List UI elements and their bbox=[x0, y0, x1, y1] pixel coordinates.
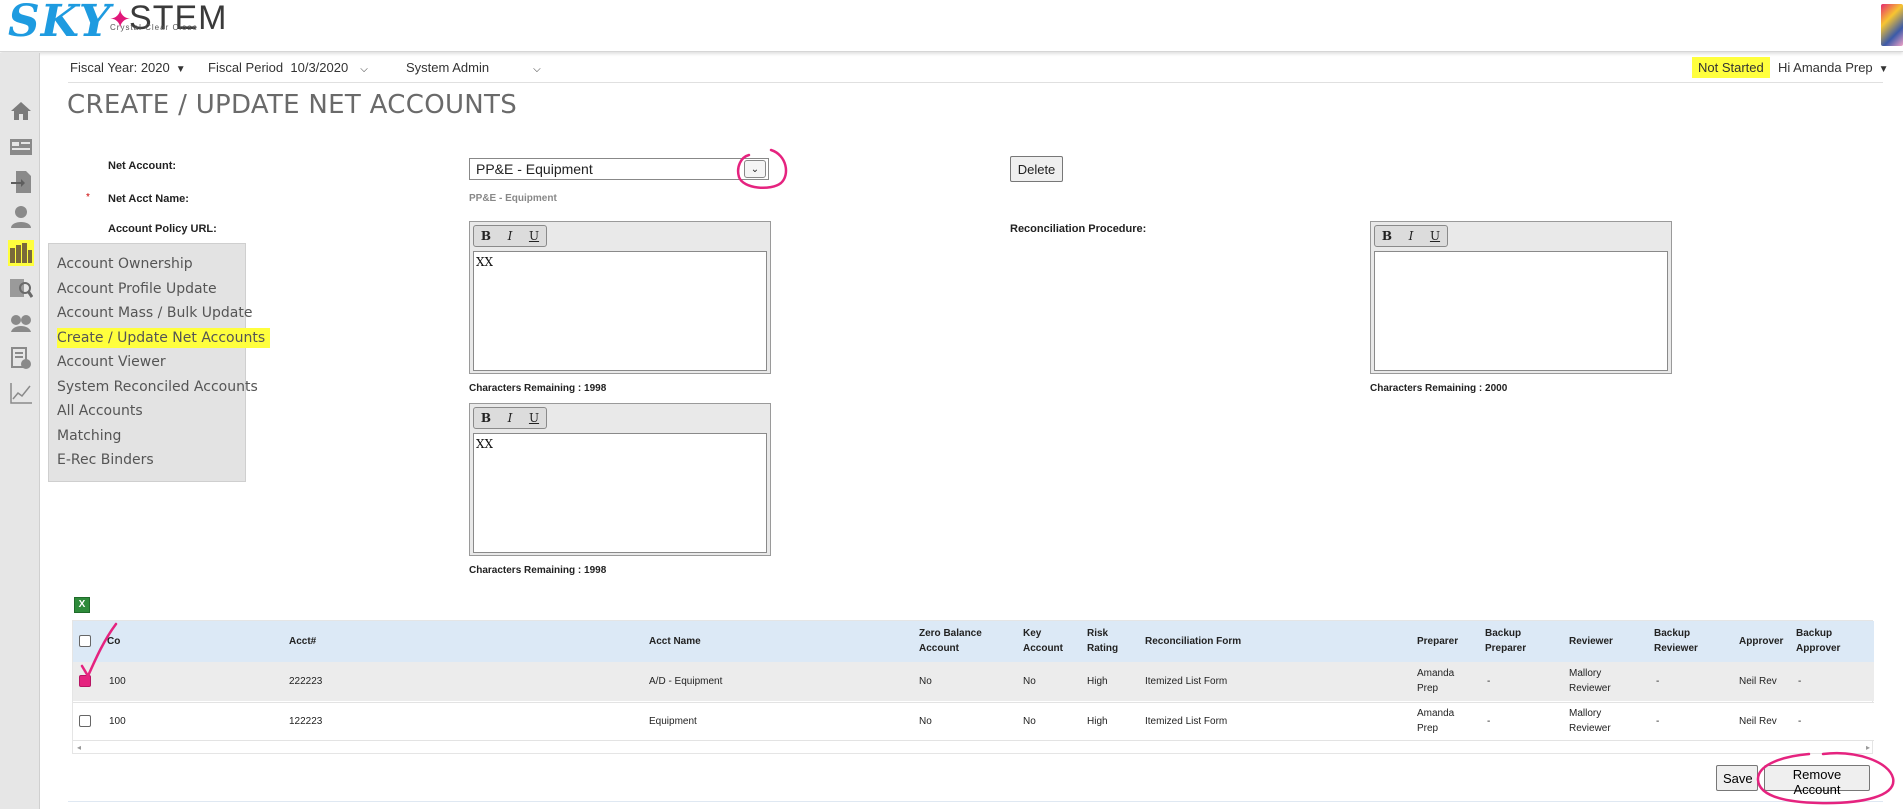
net-acct-name-label: Net Acct Name: bbox=[108, 193, 189, 205]
bold-button[interactable]: B bbox=[474, 226, 498, 246]
status-badge: Not Started bbox=[1692, 57, 1770, 78]
menu-item-e-rec-binders[interactable]: E-Rec Binders bbox=[49, 448, 245, 473]
chevron-down-icon[interactable]: ⌄ bbox=[744, 160, 766, 178]
certify-icon[interactable] bbox=[8, 345, 34, 371]
user-icon[interactable] bbox=[8, 204, 34, 230]
horizontal-scrollbar[interactable]: ◂ ▸ bbox=[73, 742, 1874, 754]
grid-header: Co Acct# Acct Name Zero Balance Account K… bbox=[73, 621, 1874, 662]
row-checkbox[interactable] bbox=[79, 715, 91, 727]
delete-button[interactable]: Delete bbox=[1010, 156, 1063, 182]
col-backup-reviewer[interactable]: Backup Reviewer bbox=[1654, 626, 1698, 656]
header-divider bbox=[68, 82, 1883, 83]
reconciliation-procedure-label: Reconciliation Procedure: bbox=[1010, 223, 1147, 235]
underline-button[interactable]: U bbox=[1423, 226, 1447, 246]
scroll-left-icon[interactable]: ◂ bbox=[77, 743, 81, 752]
bold-button[interactable]: B bbox=[474, 408, 498, 428]
top-banner: SKY ✦ STEM Crystal Clear Close bbox=[0, 0, 1903, 52]
row-checkbox[interactable] bbox=[79, 675, 91, 687]
menu-item-account-mass-bulk-update[interactable]: Account Mass / Bulk Update bbox=[49, 301, 252, 326]
menu-item-system-reconciled-accounts[interactable]: System Reconciled Accounts bbox=[49, 375, 258, 400]
italic-button[interactable]: I bbox=[498, 226, 522, 246]
footer-divider bbox=[68, 801, 1883, 802]
account-policy-url-label: Account Policy URL: bbox=[108, 223, 217, 235]
context-header: Fiscal Year: 2020 ▼ Fiscal Period 10/3/20… bbox=[70, 57, 1903, 82]
accounts-icon[interactable] bbox=[8, 240, 34, 266]
col-risk-rating[interactable]: Risk Rating bbox=[1087, 626, 1118, 656]
col-preparer[interactable]: Preparer bbox=[1417, 634, 1458, 649]
editor-toolbar: B I U bbox=[1371, 222, 1671, 250]
import-icon[interactable] bbox=[8, 169, 34, 195]
menu-item-account-viewer[interactable]: Account Viewer bbox=[49, 350, 245, 375]
left-icon-rail bbox=[0, 53, 40, 809]
user-menu[interactable]: Hi Amanda Prep ▼ bbox=[1778, 60, 1889, 75]
home-icon[interactable] bbox=[8, 98, 34, 124]
user-avatar[interactable] bbox=[1881, 4, 1903, 46]
table-row[interactable]: 100 222223 A/D - Equipment No No High It… bbox=[73, 662, 1874, 701]
save-button[interactable]: Save bbox=[1716, 765, 1758, 791]
accounts-flyout-menu: Account Ownership Account Profile Update… bbox=[48, 243, 271, 482]
additional-notes-editor: B I U XX bbox=[469, 403, 771, 556]
menu-item-create-update-net-accounts[interactable]: Create / Update Net Accounts bbox=[49, 326, 271, 351]
italic-button[interactable]: I bbox=[1399, 226, 1423, 246]
bold-button[interactable]: B bbox=[1375, 226, 1399, 246]
caret-down-icon: ▼ bbox=[175, 64, 186, 75]
logo-tagline: Crystal Clear Close bbox=[110, 23, 198, 32]
col-backup-preparer[interactable]: Backup Preparer bbox=[1485, 626, 1526, 656]
menu-item-account-profile-update[interactable]: Account Profile Update bbox=[49, 277, 245, 302]
role-dropdown[interactable]: System Admin ⌵ bbox=[406, 60, 541, 75]
notes-textarea[interactable]: XX bbox=[473, 433, 767, 553]
net-account-label: Net Account: bbox=[108, 160, 177, 172]
editor-toolbar: B I U bbox=[470, 222, 770, 250]
underline-button[interactable]: U bbox=[522, 408, 546, 428]
net-account-select[interactable]: PP&E - Equipment ⌄ bbox=[469, 158, 769, 180]
policy-url-editor: B I U XX bbox=[469, 221, 771, 374]
col-acct[interactable]: Acct# bbox=[289, 634, 316, 649]
italic-button[interactable]: I bbox=[498, 408, 522, 428]
chars-remaining-notes: Characters Remaining : 1998 bbox=[469, 565, 607, 576]
underline-button[interactable]: U bbox=[522, 226, 546, 246]
menu-item-account-ownership[interactable]: Account Ownership bbox=[49, 252, 245, 277]
scroll-right-icon[interactable]: ▸ bbox=[1866, 743, 1870, 752]
group-icon[interactable] bbox=[8, 310, 34, 336]
recon-procedure-editor: B I U bbox=[1370, 221, 1672, 374]
remove-account-button[interactable]: Remove Account bbox=[1764, 765, 1870, 797]
col-co[interactable]: Co bbox=[107, 634, 120, 649]
col-approver[interactable]: Approver bbox=[1739, 634, 1783, 649]
select-all-checkbox[interactable] bbox=[79, 635, 91, 647]
table-row[interactable]: 100 122223 Equipment No No High Itemized… bbox=[73, 702, 1874, 741]
col-acct-name[interactable]: Acct Name bbox=[649, 634, 701, 649]
chevron-down-icon: ⌵ bbox=[360, 64, 368, 75]
caret-down-icon: ▼ bbox=[1878, 64, 1889, 75]
page-title: CREATE / UPDATE NET ACCOUNTS bbox=[67, 90, 518, 120]
dashboard-icon[interactable] bbox=[8, 134, 34, 160]
chars-remaining-policy: Characters Remaining : 1998 bbox=[469, 383, 607, 394]
skystem-logo[interactable]: SKY ✦ STEM Crystal Clear Close bbox=[8, 0, 228, 46]
col-backup-approver[interactable]: Backup Approver bbox=[1796, 626, 1840, 656]
col-reviewer[interactable]: Reviewer bbox=[1569, 634, 1613, 649]
policy-url-textarea[interactable]: XX bbox=[473, 251, 767, 371]
col-key-account[interactable]: Key Account bbox=[1023, 626, 1063, 656]
menu-item-matching[interactable]: Matching bbox=[49, 424, 245, 449]
chart-icon[interactable] bbox=[8, 380, 34, 406]
search-report-icon[interactable] bbox=[8, 275, 34, 301]
chars-remaining-recon: Characters Remaining : 2000 bbox=[1370, 383, 1508, 394]
chevron-down-icon: ⌵ bbox=[533, 64, 541, 75]
col-zero-balance[interactable]: Zero Balance Account bbox=[919, 626, 982, 656]
col-recon-form[interactable]: Reconciliation Form bbox=[1145, 634, 1241, 649]
editor-toolbar: B I U bbox=[470, 404, 770, 432]
accounts-grid: Co Acct# Acct Name Zero Balance Account K… bbox=[72, 620, 1874, 754]
recon-procedure-textarea[interactable] bbox=[1374, 251, 1668, 371]
excel-export-icon[interactable]: X bbox=[74, 597, 90, 613]
required-marker: * bbox=[86, 192, 90, 203]
fiscal-year-dropdown[interactable]: Fiscal Year: 2020 ▼ bbox=[70, 60, 186, 75]
logo-sky-text: SKY bbox=[8, 0, 112, 47]
menu-item-all-accounts[interactable]: All Accounts bbox=[49, 399, 245, 424]
fiscal-period-dropdown[interactable]: Fiscal Period 10/3/2020 ⌵ bbox=[208, 60, 368, 75]
net-acct-name-value: PP&E - Equipment bbox=[469, 193, 557, 204]
